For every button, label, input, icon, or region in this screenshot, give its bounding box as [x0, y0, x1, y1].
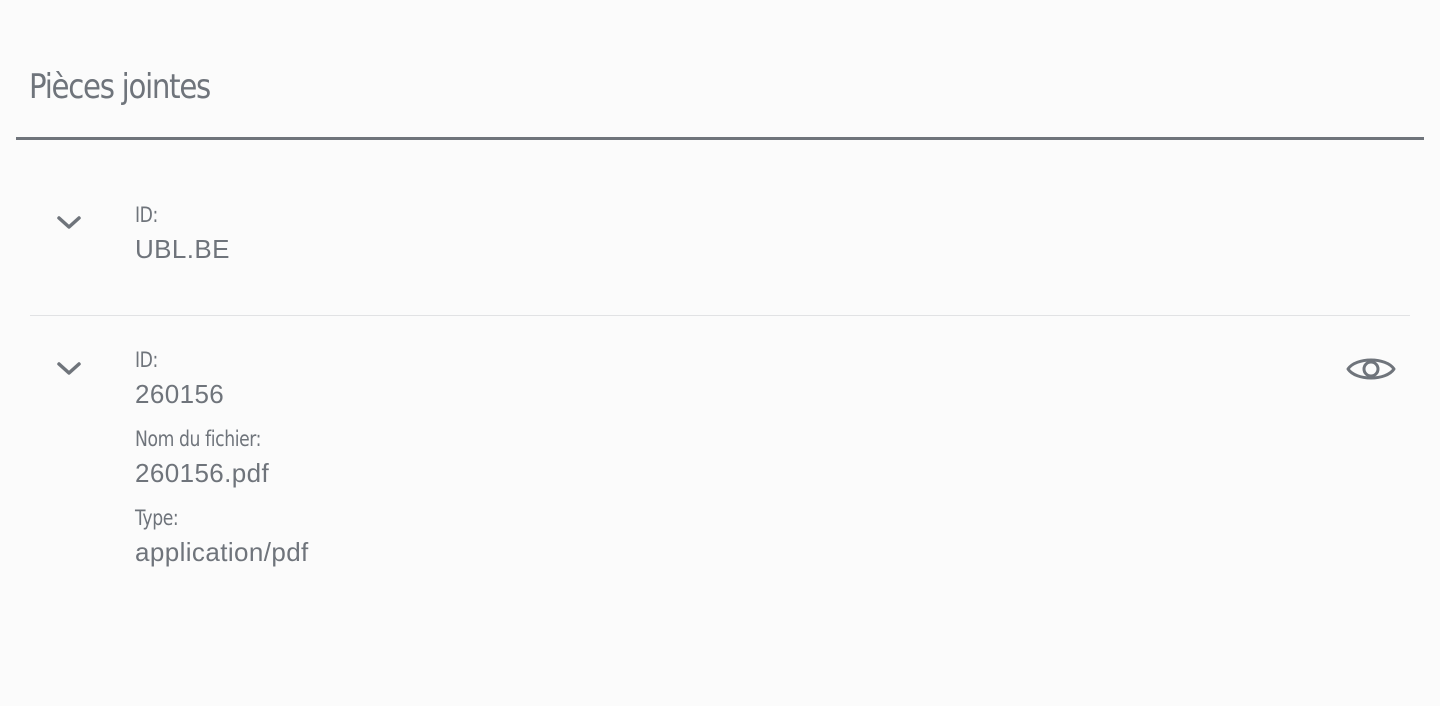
- field-label: Nom du fichier:: [135, 427, 262, 451]
- section-header: Pièces jointes: [16, 0, 1424, 140]
- field-type: Type: application/pdf: [135, 504, 309, 569]
- field-value: 260156.pdf: [135, 458, 270, 488]
- attachments-panel: Pièces jointes ID: UBL.BE ID: 260156 Nom…: [0, 0, 1440, 706]
- field-value: application/pdf: [135, 537, 309, 567]
- attachment-item: ID: UBL.BE: [30, 180, 1410, 316]
- attachment-item: ID: 260156 Nom du fichier: 260156.pdf Ty…: [30, 317, 1410, 637]
- field-filename: Nom du fichier: 260156.pdf: [135, 425, 309, 490]
- field-value: UBL.BE: [135, 234, 230, 264]
- attachment-fields: ID: 260156 Nom du fichier: 260156.pdf Ty…: [135, 346, 309, 583]
- chevron-down-icon[interactable]: [56, 360, 82, 378]
- field-value: 260156: [135, 379, 225, 409]
- attachment-fields: ID: UBL.BE: [135, 201, 230, 280]
- field-id: ID: 260156: [135, 346, 309, 411]
- field-label: ID:: [135, 348, 158, 372]
- field-id: ID: UBL.BE: [135, 201, 230, 266]
- section-title: Pièces jointes: [29, 67, 211, 107]
- field-label: ID:: [135, 203, 158, 227]
- chevron-down-icon[interactable]: [56, 214, 82, 232]
- eye-icon[interactable]: [1346, 353, 1396, 385]
- field-label: Type:: [135, 506, 179, 530]
